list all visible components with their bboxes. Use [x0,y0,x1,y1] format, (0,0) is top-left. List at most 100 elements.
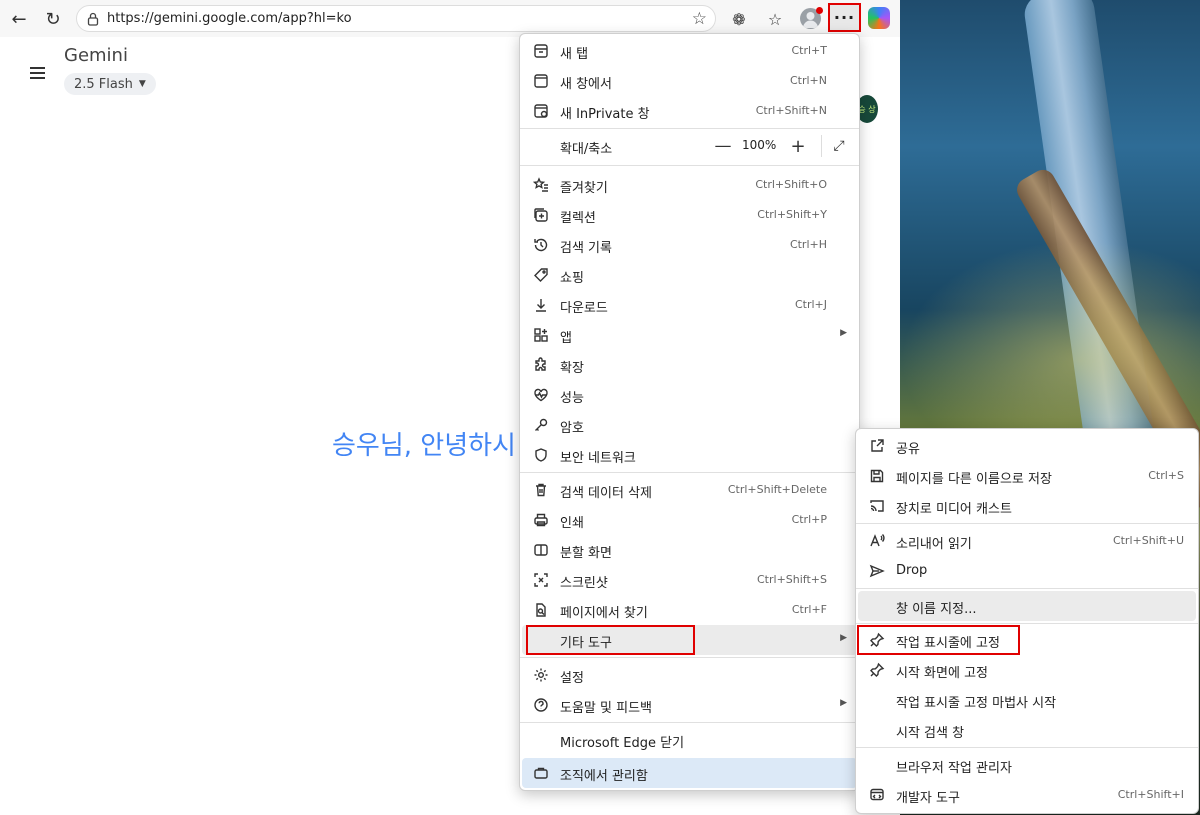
menu-item-label: 새 창에서 [560,77,612,92]
model-selector[interactable]: 2.5 Flash ▼ [64,73,156,95]
menu-item-briefcase[interactable]: 조직에서 관리함 [522,758,857,788]
gear-icon [532,666,550,684]
back-icon[interactable]: ← [6,6,32,32]
menu-item-label: 작업 표시줄에 고정 [896,636,1000,651]
menu-item-item-5[interactable]: 창 이름 지정... [858,591,1196,621]
menu-item-label: 검색 데이터 삭제 [560,486,652,501]
read-aloud-icon [868,532,886,550]
menu-item-save[interactable]: 페이지를 다른 이름으로 저장 Ctrl+S [858,461,1196,491]
menu-item-inprivate[interactable]: 새 InPrivate 창 Ctrl+Shift+N [522,96,857,126]
submenu-arrow-icon: ▶ [840,698,847,708]
menu-item-performance[interactable]: 성능 [522,380,857,410]
menu-item-extensions[interactable]: 확장 [522,350,857,380]
menu-item-label: 페이지에서 찾기 [560,606,648,621]
pin-icon [868,631,886,649]
menu-item-label: 쇼핑 [560,271,584,286]
menu-item-item-10[interactable]: 브라우저 작업 관리자 [858,750,1196,780]
menu-item-label: 시작 화면에 고정 [896,666,988,681]
menu-separator [856,747,1198,748]
menu-item-history[interactable]: 검색 기록 Ctrl+H [522,230,857,260]
more-tools-submenu: 공유 페이지를 다른 이름으로 저장 Ctrl+S 장치로 미디어 캐스트소리내어 읽… [855,428,1199,814]
menu-item-item-8[interactable]: 작업 표시줄 고정 마법사 시작 [858,685,1196,715]
menu-separator [520,165,859,166]
menu-item-drop[interactable]: Drop [858,556,1196,586]
new-tab-icon [532,42,550,60]
favorites-icon [532,176,550,194]
menu-item-label: 개발자 도구 [896,791,960,806]
menu-item-item-18[interactable]: 기타 도구 ▶ [522,625,857,655]
copilot-icon[interactable] [868,7,890,29]
menu-item-shortcut: Ctrl+N [789,74,827,87]
menu-item-shortcut: Ctrl+Shift+Y [757,208,827,221]
zoom-label: 확대/축소 [560,142,613,157]
menu-item-collections[interactable]: 컬렉션 Ctrl+Shift+Y [522,200,857,230]
inprivate-icon [532,102,550,120]
performance-icon [532,386,550,404]
history-icon [532,236,550,254]
fullscreen-icon[interactable]: ⤢ [826,133,852,159]
menu-item-shortcut: Ctrl+H [789,238,827,251]
menu-item-apps[interactable]: 앱 ▶ [522,320,857,350]
menu-item-new-window[interactable]: 새 창에서 Ctrl+N [522,66,857,96]
zoom-out-icon[interactable]: — [710,133,736,159]
pin-icon [868,661,886,679]
menu-item-label: 즐겨찾기 [560,181,608,196]
menu-item-label: 인쇄 [560,516,584,531]
menu-item-label: 도움말 및 피드백 [560,701,652,716]
favorites-icon[interactable]: ☆ [762,6,788,32]
model-label: 2.5 Flash [74,76,133,92]
download-icon [532,296,550,314]
menu-item-shortcut: Ctrl+P [791,513,827,526]
refresh-icon[interactable]: ↻ [40,6,66,32]
menu-item-screenshot[interactable]: 스크린샷 Ctrl+Shift+S [522,565,857,595]
menu-item-dev-tools[interactable]: 개발자 도구 Ctrl+Shift+I [858,780,1196,810]
extensions-icon[interactable]: ❁ [726,6,752,32]
menu-item-label: 조직에서 관리함 [560,769,648,784]
settings-and-more-button[interactable]: ··· [828,3,861,32]
menu-item-label: Microsoft Edge 닫기 [560,736,685,751]
zoom-divider [821,135,822,157]
menu-icon[interactable] [30,67,45,82]
menu-item-label: 스크린샷 [560,576,608,591]
menu-item-shopping-tag[interactable]: 쇼핑 [522,260,857,290]
menu-item-share[interactable]: 공유 [858,431,1196,461]
save-icon [868,467,886,485]
menu-item-label: 보안 네트워크 [560,451,636,466]
menu-item-item-9[interactable]: 시작 검색 창 [858,715,1196,745]
browser-toolbar: ← ↻ https://gemini.google.com/app?hl=ko … [0,0,900,37]
menu-item-shortcut: Ctrl+Shift+U [1112,534,1184,547]
menu-item-label: 시작 검색 창 [896,726,965,741]
menu-item-find-in-page[interactable]: 페이지에서 찾기 Ctrl+F [522,595,857,625]
address-bar[interactable]: https://gemini.google.com/app?hl=ko ☆ [76,5,716,32]
menu-separator [520,657,859,658]
menu-item-gear[interactable]: 설정 [522,660,857,690]
menu-item-new-tab[interactable]: 새 탭 Ctrl+T [522,36,857,66]
submenu-arrow-icon: ▶ [840,328,847,338]
menu-item-key[interactable]: 암호 [522,410,857,440]
menu-item-read-aloud[interactable]: 소리내어 읽기 Ctrl+Shift+U [858,526,1196,556]
menu-item-pin[interactable]: 작업 표시줄에 고정 [858,625,1196,655]
trash-icon [532,481,550,499]
menu-item-split-screen[interactable]: 분할 화면 [522,535,857,565]
add-favorite-icon[interactable]: ☆ [692,9,707,29]
url-text: https://gemini.google.com/app?hl=ko [107,11,352,26]
menu-item-favorites[interactable]: 즐겨찾기 Ctrl+Shift+O [522,170,857,200]
menu-item-print[interactable]: 인쇄 Ctrl+P [522,505,857,535]
menu-item-download[interactable]: 다운로드 Ctrl+J [522,290,857,320]
menu-item-shortcut: Ctrl+Shift+O [755,178,827,191]
zoom-in-icon[interactable]: + [785,133,811,159]
menu-item-label: 검색 기록 [560,241,612,256]
menu-item-label: 설정 [560,671,584,686]
menu-item-pin[interactable]: 시작 화면에 고정 [858,655,1196,685]
split-screen-icon [532,541,550,559]
menu-separator [520,722,859,723]
find-in-page-icon [532,601,550,619]
menu-item-item-21[interactable]: Microsoft Edge 닫기 [522,725,857,755]
menu-item-cast[interactable]: 장치로 미디어 캐스트 [858,491,1196,521]
menu-item-shortcut: Ctrl+Shift+N [755,104,827,117]
menu-item-help[interactable]: 도움말 및 피드백 ▶ [522,690,857,720]
apps-icon [532,326,550,344]
menu-item-trash[interactable]: 검색 데이터 삭제 Ctrl+Shift+Delete [522,475,857,505]
menu-item-label: 브라우저 작업 관리자 [896,761,1012,776]
menu-item-shield[interactable]: 보안 네트워크 [522,440,857,470]
